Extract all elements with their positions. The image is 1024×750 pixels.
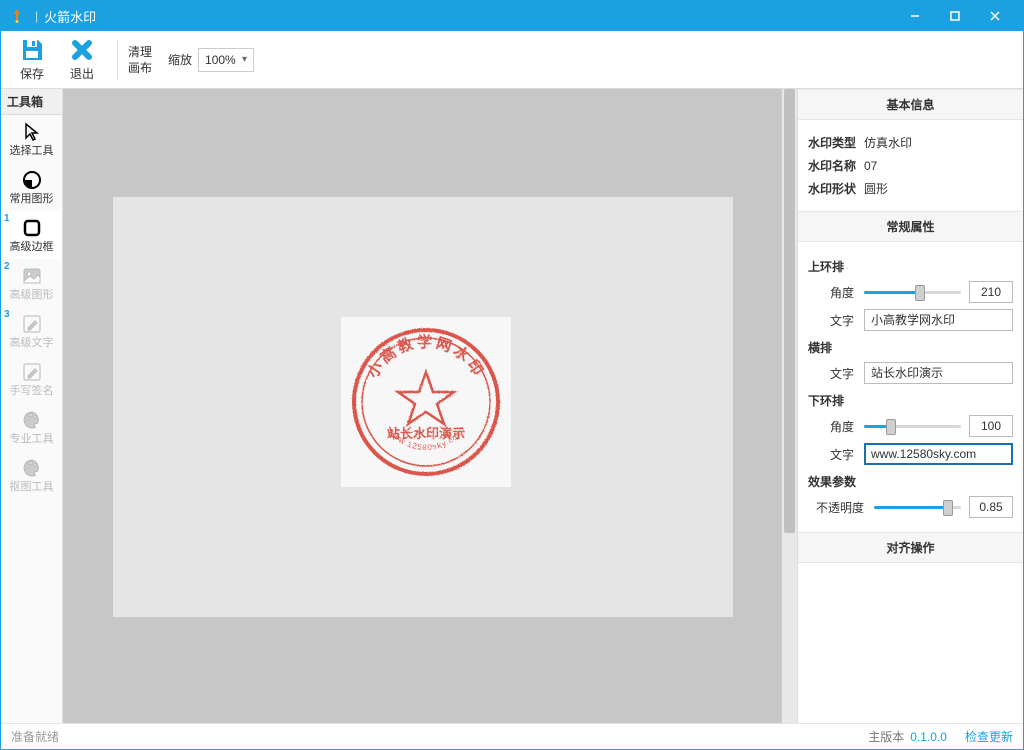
exit-button[interactable]: 退出 xyxy=(57,34,107,86)
toolbar: 保存 退出 清理 画布 缩放 100% xyxy=(1,31,1023,89)
tool-pro[interactable]: 专业工具 xyxy=(1,403,62,451)
wm-type-value: 仿真水印 xyxy=(864,134,912,151)
maximize-button[interactable] xyxy=(935,1,975,31)
opacity-input[interactable]: 0.85 xyxy=(969,496,1013,518)
titlebar-separator: | xyxy=(35,9,38,23)
app-icon xyxy=(9,8,25,24)
toolbox-panel: 工具箱 选择工具 常用图形 1 高级边框 2 高级图形 xyxy=(1,89,63,723)
canvas-area: 小高教学网水印 站长水印演示 www.12580sky.com xyxy=(63,89,797,723)
image-icon xyxy=(21,265,43,287)
clear-canvas-button[interactable]: 清理 画布 xyxy=(128,44,152,76)
upper-angle-slider[interactable] xyxy=(864,283,961,301)
tool-adv-shapes[interactable]: 2 高级图形 xyxy=(1,259,62,307)
version-label: 主版本 xyxy=(868,728,904,745)
exit-label: 退出 xyxy=(70,65,94,82)
opacity-slider[interactable] xyxy=(874,498,961,516)
version-value: 0.1.0.0 xyxy=(910,730,947,744)
check-update-link[interactable]: 检查更新 xyxy=(965,728,1013,745)
stamp-graphic: 小高教学网水印 站长水印演示 www.12580sky.com xyxy=(346,322,506,482)
lower-angle-input[interactable]: 100 xyxy=(969,415,1013,437)
section-general-header: 常规属性 xyxy=(798,211,1023,242)
palette2-icon xyxy=(21,457,43,479)
tool-select[interactable]: 选择工具 xyxy=(1,115,62,163)
close-button[interactable] xyxy=(975,1,1015,31)
zoom-control: 缩放 100% xyxy=(168,48,254,72)
wm-name-label: 水印名称 xyxy=(808,157,864,174)
upper-angle-input[interactable]: 210 xyxy=(969,281,1013,303)
edit-icon xyxy=(21,313,43,335)
wm-name-value: 07 xyxy=(864,159,877,173)
lower-angle-slider[interactable] xyxy=(864,417,961,435)
section-align-header: 对齐操作 xyxy=(798,532,1023,563)
upper-text-input[interactable]: 小高教学网水印 xyxy=(864,309,1013,331)
effect-group: 效果参数 xyxy=(808,473,1013,490)
horiz-group: 横排 xyxy=(808,339,1013,356)
tool-shapes[interactable]: 常用图形 xyxy=(1,163,62,211)
circle-icon xyxy=(21,169,43,191)
pencil-icon xyxy=(21,361,43,383)
canvas-paper[interactable]: 小高教学网水印 站长水印演示 www.12580sky.com xyxy=(113,197,733,617)
palette-icon xyxy=(21,409,43,431)
wm-shape-label: 水印形状 xyxy=(808,180,864,197)
cursor-icon xyxy=(21,121,43,143)
canvas-viewport[interactable]: 小高教学网水印 站长水印演示 www.12580sky.com xyxy=(63,89,781,723)
zoom-select[interactable]: 100% xyxy=(198,48,254,72)
app-window: | 火箭水印 保存 退出 清理 画布 缩放 100% xyxy=(0,0,1024,750)
tool-adv-text[interactable]: 3 高级文字 xyxy=(1,307,62,355)
horiz-text-input[interactable]: 站长水印演示 xyxy=(864,362,1013,384)
wm-shape-value: 圆形 xyxy=(864,180,888,197)
exit-icon xyxy=(69,37,95,63)
scrollbar-thumb[interactable] xyxy=(784,89,795,533)
status-ready: 准备就绪 xyxy=(11,728,59,745)
section-general-body: 上环排 角度 210 文字 小高教学网水印 横排 文字 站长水印演示 xyxy=(798,242,1023,532)
lower-text-input[interactable]: www.12580sky.com xyxy=(864,443,1013,465)
save-button[interactable]: 保存 xyxy=(7,34,57,86)
section-basic-header: 基本信息 xyxy=(798,89,1023,120)
minimize-button[interactable] xyxy=(895,1,935,31)
tool-adv-border[interactable]: 1 高级边框 xyxy=(1,211,62,259)
titlebar: | 火箭水印 xyxy=(1,1,1023,31)
wm-type-label: 水印类型 xyxy=(808,134,864,151)
stamp-item[interactable]: 小高教学网水印 站长水印演示 www.12580sky.com xyxy=(341,317,511,487)
square-icon xyxy=(21,217,43,239)
tool-signature[interactable]: 手写签名 xyxy=(1,355,62,403)
upper-arc-group: 上环排 xyxy=(808,258,1013,275)
save-label: 保存 xyxy=(20,65,44,82)
main-area: 工具箱 选择工具 常用图形 1 高级边框 2 高级图形 xyxy=(1,89,1023,723)
save-icon xyxy=(19,37,45,63)
section-align-body xyxy=(798,563,1023,579)
statusbar: 准备就绪 主版本 0.1.0.0 检查更新 xyxy=(1,723,1023,749)
lower-arc-group: 下环排 xyxy=(808,392,1013,409)
canvas-vertical-scrollbar[interactable] xyxy=(781,89,797,723)
app-title: 火箭水印 xyxy=(44,7,96,26)
tool-cutout[interactable]: 抠图工具 xyxy=(1,451,62,499)
toolbox-header: 工具箱 xyxy=(1,89,62,115)
properties-panel: 基本信息 水印类型仿真水印 水印名称07 水印形状圆形 常规属性 上环排 角度 … xyxy=(797,89,1023,723)
toolbar-separator xyxy=(117,40,118,80)
zoom-label: 缩放 xyxy=(168,51,192,68)
section-basic-body: 水印类型仿真水印 水印名称07 水印形状圆形 xyxy=(798,120,1023,211)
